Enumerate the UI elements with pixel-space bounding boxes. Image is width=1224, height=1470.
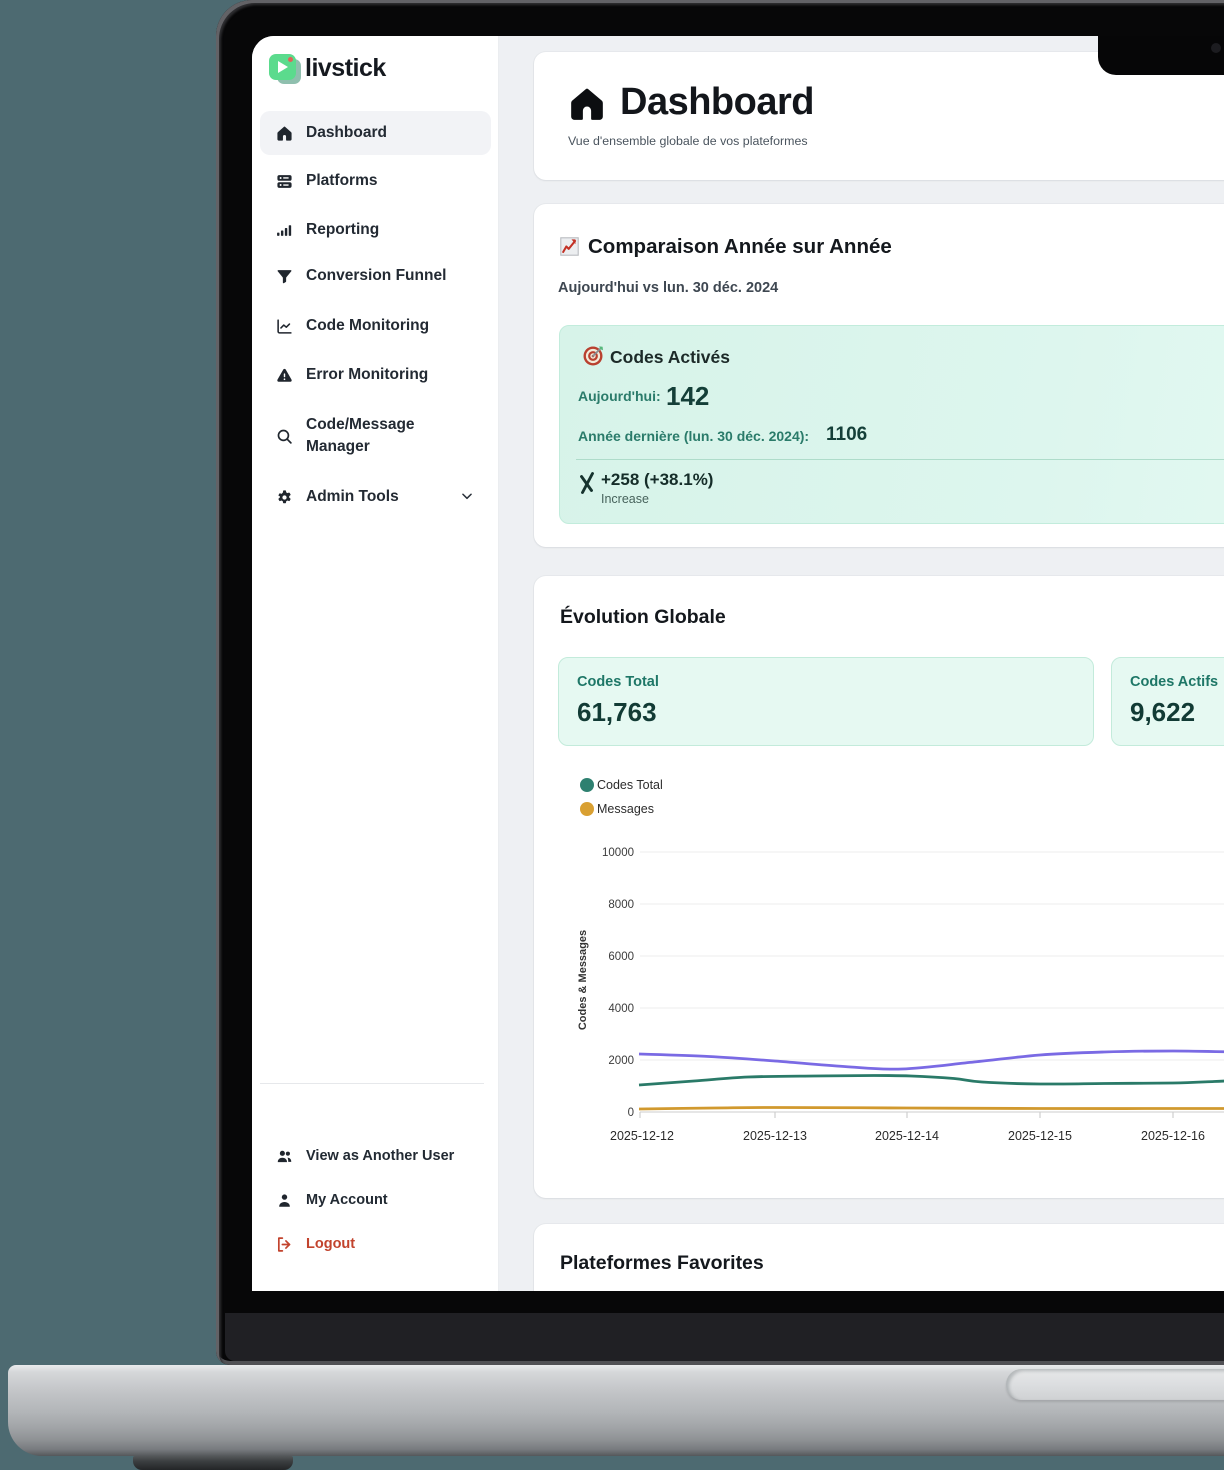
svg-text:Codes & Messages: Codes & Messages [577,930,589,1030]
svg-text:2025-12-15: 2025-12-15 [1008,1129,1072,1143]
svg-text:2025-12-14: 2025-12-14 [875,1129,939,1143]
svg-text:2025-12-13: 2025-12-13 [743,1129,807,1143]
svg-text:6000: 6000 [608,951,634,963]
svg-text:2000: 2000 [608,1055,634,1067]
svg-text:8000: 8000 [608,899,634,911]
svg-text:2025-12-16: 2025-12-16 [1141,1129,1205,1143]
svg-text:4000: 4000 [608,1003,634,1015]
svg-text:0: 0 [628,1107,634,1119]
svg-text:2025-12-12: 2025-12-12 [610,1129,674,1143]
svg-text:10000: 10000 [602,847,634,859]
